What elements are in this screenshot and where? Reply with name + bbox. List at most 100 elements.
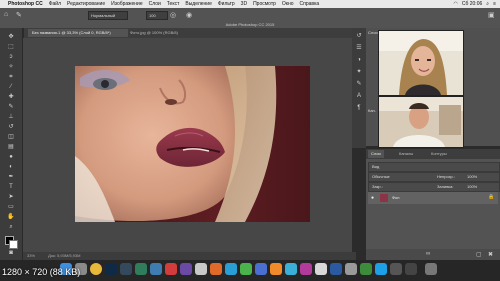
wifi-icon[interactable]: ◠ — [454, 1, 458, 7]
app-icon-6[interactable] — [210, 263, 222, 275]
app-icon-2[interactable] — [150, 263, 162, 275]
app-icon-4[interactable] — [180, 263, 192, 275]
zoom-tool-icon[interactable]: ⌕ — [7, 224, 15, 230]
tab-paths[interactable]: Контуры — [428, 150, 450, 158]
layer-name[interactable]: Фон — [392, 195, 399, 200]
lock-icon: 🔒 — [488, 194, 495, 200]
clock[interactable]: Сб 20:06 — [462, 1, 482, 7]
adjustments-icon[interactable]: ◑ — [355, 56, 363, 64]
airbrush-icon[interactable]: ◎ — [170, 11, 176, 19]
app-icon-8[interactable] — [240, 263, 252, 275]
app-icon-1[interactable] — [135, 263, 147, 275]
trash-dock-icon[interactable] — [425, 263, 437, 275]
menu-type[interactable]: Текст — [167, 1, 180, 7]
healing-brush-icon[interactable]: ✚ — [7, 94, 15, 100]
app-icon-17[interactable] — [390, 263, 402, 275]
marquee-tool-icon[interactable]: ⬚ — [7, 44, 15, 50]
crop-tool-icon[interactable]: ⌗ — [7, 74, 15, 80]
fill-value[interactable]: 100% — [467, 184, 477, 189]
brush-tool-icon[interactable]: ✎ — [16, 11, 22, 19]
pressure-icon[interactable]: ◉ — [186, 11, 192, 19]
styles-icon[interactable]: ✦ — [355, 68, 363, 76]
quick-mask-icon[interactable]: ◙ — [7, 250, 15, 256]
menu-layer[interactable]: Слои — [149, 1, 161, 7]
menu-3d[interactable]: 3D — [241, 1, 247, 7]
skype-icon[interactable] — [375, 263, 387, 275]
quick-select-icon[interactable]: ✧ — [7, 64, 15, 70]
layers-panel-tabs: Слои Каналы Контуры — [366, 149, 500, 159]
blur-icon[interactable]: ● — [7, 154, 15, 160]
path-select-icon[interactable]: ➤ — [7, 194, 15, 200]
blend-mode-select[interactable]: Обычные — [372, 174, 390, 179]
workspace-icon[interactable]: ▣ — [488, 11, 495, 19]
menu-edit[interactable]: Редактирование — [67, 1, 105, 7]
app-icon-9[interactable] — [255, 263, 267, 275]
app-icon-16[interactable] — [360, 263, 372, 275]
paragraph-icon[interactable]: ¶ — [355, 104, 363, 112]
trash-icon[interactable]: ✖ — [488, 251, 493, 258]
app-icon-18[interactable] — [405, 263, 417, 275]
app-icon-15[interactable] — [345, 263, 357, 275]
clone-stamp-icon[interactable]: ⊥ — [7, 114, 15, 120]
tab-document-2[interactable]: Фото.jpg @ 100% (RGB/8) — [126, 29, 196, 37]
mode-select[interactable]: Нормальный — [88, 11, 128, 20]
menu-filter[interactable]: Фильтр — [218, 1, 235, 7]
background-color-swatch[interactable] — [9, 240, 18, 249]
layer-row[interactable]: ● Фон 🔒 — [368, 192, 498, 204]
brushes-icon[interactable]: ✎ — [355, 80, 363, 88]
shape-tool-icon[interactable]: ▭ — [7, 204, 15, 210]
zoom-level[interactable]: 33% — [27, 253, 35, 258]
hand-tool-icon[interactable]: ✋ — [7, 214, 15, 220]
menu-help[interactable]: Справка — [300, 1, 320, 7]
opacity-label: Непрозр.: — [437, 174, 455, 179]
app-icon-12[interactable] — [300, 263, 312, 275]
app-icon-13[interactable] — [315, 263, 327, 275]
panel-label-a[interactable]: Слои — [368, 30, 378, 35]
new-layer-icon[interactable]: ▢ — [476, 251, 482, 258]
document-photo[interactable] — [75, 66, 310, 222]
opacity-field[interactable]: 100 — [146, 11, 168, 20]
menu-app-name[interactable]: Photoshop CC — [8, 1, 43, 7]
lasso-tool-icon[interactable]: ↄ — [7, 54, 15, 60]
opacity-value[interactable]: 100% — [467, 174, 477, 179]
menu-window[interactable]: Окно — [282, 1, 294, 7]
kind-filter-label[interactable]: Вид — [372, 164, 379, 169]
history-brush-icon[interactable]: ↺ — [7, 124, 15, 130]
chrome-icon[interactable] — [90, 263, 102, 275]
lightroom-icon[interactable] — [120, 263, 132, 275]
fill-label: Заливка: — [437, 184, 454, 189]
app-icon-3[interactable] — [165, 263, 177, 275]
eraser-icon[interactable]: ◫ — [7, 134, 15, 140]
link-layers-icon[interactable]: ∞ — [426, 251, 430, 257]
layer-thumbnail — [380, 194, 388, 202]
panel-label-b[interactable]: Кан. — [368, 108, 376, 113]
dodge-icon[interactable]: ◐ — [7, 164, 15, 170]
tab-document-1[interactable]: Без названия-1 @ 33,3% (Слой 0, RGB/8*) — [28, 29, 128, 37]
pen-icon[interactable]: ✒ — [7, 174, 15, 180]
menu-list-icon[interactable]: ≡ — [493, 1, 496, 7]
gradient-icon[interactable]: ▤ — [7, 144, 15, 150]
photoshop-icon[interactable] — [105, 263, 117, 275]
app-icon-11[interactable] — [285, 263, 297, 275]
eye-icon[interactable]: ● — [371, 195, 374, 201]
type-tool-icon[interactable]: T — [7, 184, 15, 190]
menu-file[interactable]: Файл — [49, 1, 61, 7]
app-icon-14[interactable] — [330, 263, 342, 275]
tab-layers[interactable]: Слои — [368, 150, 384, 158]
search-icon[interactable]: ⌕ — [486, 1, 489, 7]
character-icon[interactable]: A — [355, 92, 363, 100]
brush-icon[interactable]: ✎ — [7, 104, 15, 110]
app-icon-10[interactable] — [270, 263, 282, 275]
menu-select[interactable]: Выделение — [185, 1, 212, 7]
tab-channels[interactable]: Каналы — [396, 150, 416, 158]
history-icon[interactable]: ↺ — [355, 32, 363, 40]
app-icon-7[interactable] — [225, 263, 237, 275]
move-tool-icon[interactable]: ✥ — [7, 34, 15, 40]
menu-view[interactable]: Просмотр — [253, 1, 276, 7]
home-icon[interactable]: ⌂ — [4, 11, 8, 18]
portrait-image — [75, 66, 310, 222]
menu-image[interactable]: Изображение — [111, 1, 143, 7]
properties-icon[interactable]: ☰ — [355, 44, 363, 52]
app-icon-5[interactable] — [195, 263, 207, 275]
eyedropper-icon[interactable]: ⁄ — [7, 84, 15, 90]
